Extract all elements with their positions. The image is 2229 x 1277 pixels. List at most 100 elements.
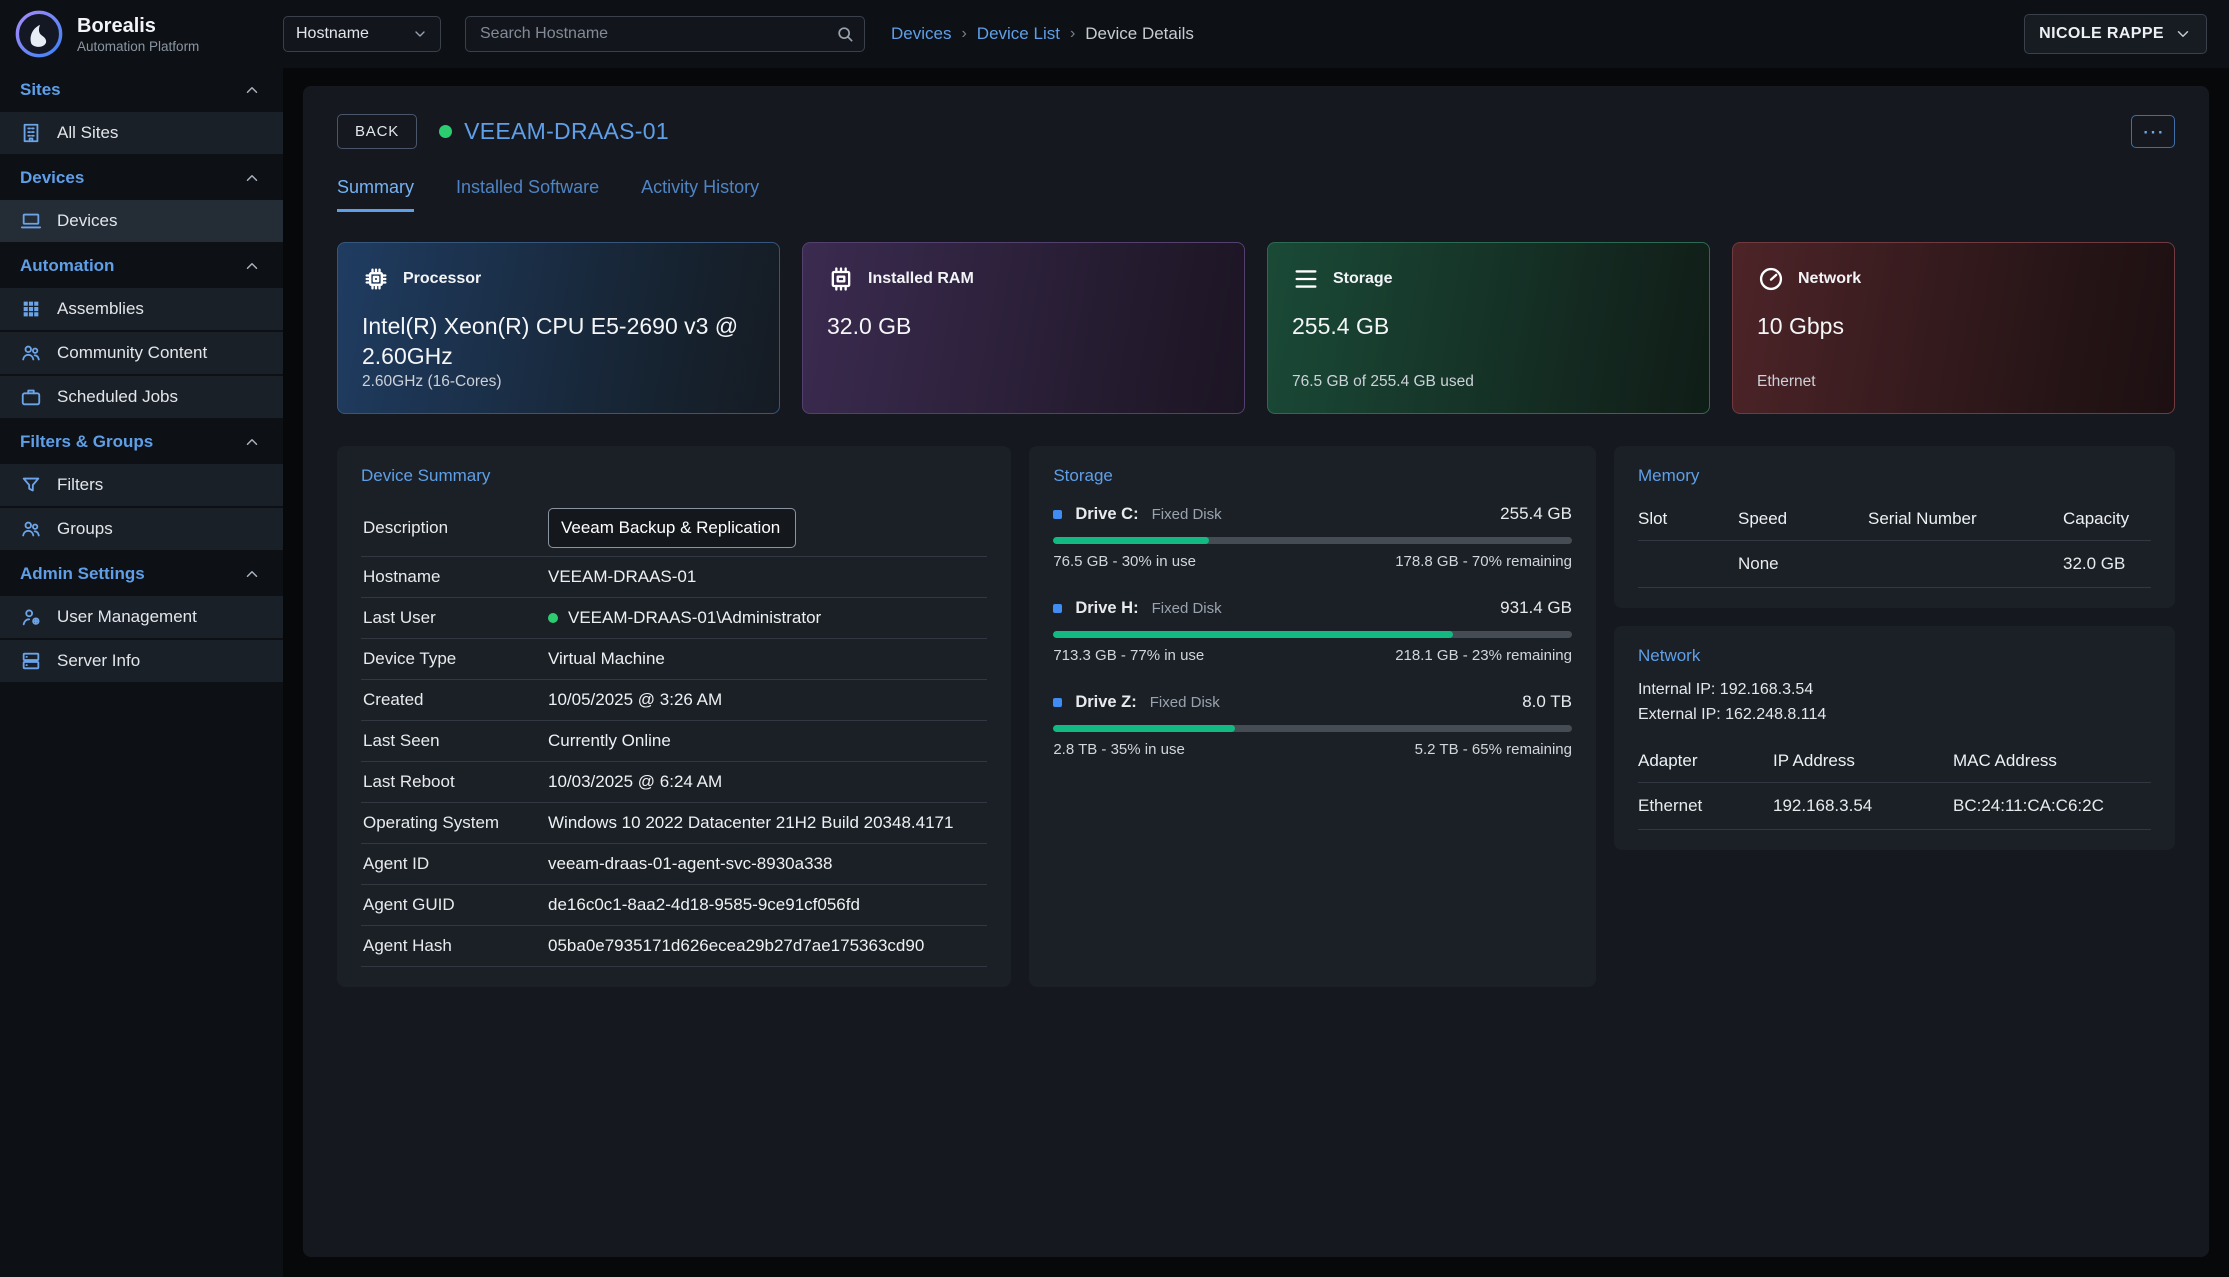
row-value: 05ba0e7935171d626ecea29b27d7ae175363cd90 bbox=[548, 936, 924, 956]
online-status-dot bbox=[439, 125, 452, 138]
sidebar-item-server-info[interactable]: Server Info bbox=[0, 640, 283, 684]
section-label: Sites bbox=[20, 80, 61, 100]
row-value: 10/03/2025 @ 6:24 AM bbox=[548, 772, 722, 792]
drive-h: Drive H: Fixed Disk 931.4 GB 713.3 GB - … bbox=[1053, 598, 1572, 664]
row-value: Windows 10 2022 Datacenter 21H2 Build 20… bbox=[548, 813, 953, 833]
filter-icon bbox=[20, 474, 42, 496]
sidebar-section-admin-settings[interactable]: Admin Settings bbox=[0, 552, 283, 596]
detail-grid: Device Summary Description Hostname VEEA… bbox=[337, 446, 2175, 987]
brand-name: Borealis bbox=[77, 15, 199, 37]
drive-used-text: 713.3 GB - 77% in use bbox=[1053, 647, 1204, 664]
breadcrumb-devices[interactable]: Devices bbox=[891, 24, 951, 44]
chevron-up-icon bbox=[243, 433, 261, 451]
main-content: BACK VEEAM-DRAAS-01 ⋯ Summary Installed … bbox=[283, 68, 2229, 1277]
sidebar-section-automation[interactable]: Automation bbox=[0, 244, 283, 288]
memory-cell-speed: None bbox=[1738, 541, 1868, 588]
network-card: Network 10 Gbps Ethernet bbox=[1732, 242, 2175, 414]
network-gauge-icon bbox=[1757, 265, 1785, 293]
card-value: 10 Gbps bbox=[1757, 311, 2150, 341]
drive-usage-track bbox=[1053, 725, 1572, 732]
tab-summary[interactable]: Summary bbox=[337, 177, 414, 212]
sidebar-item-label: User Management bbox=[57, 607, 197, 627]
sidebar-item-user-management[interactable]: User Management bbox=[0, 596, 283, 640]
ip-lines: Internal IP: 192.168.3.54 External IP: 1… bbox=[1638, 678, 2151, 728]
sidebar-section-filters-groups[interactable]: Filters & Groups bbox=[0, 420, 283, 464]
last-user-value: VEEAM-DRAAS-01\Administrator bbox=[568, 608, 821, 628]
search-icon bbox=[835, 24, 855, 44]
drive-usage-track bbox=[1053, 631, 1572, 638]
tab-activity-history[interactable]: Activity History bbox=[641, 177, 759, 212]
row-value: Currently Online bbox=[548, 731, 671, 751]
storage-panel: Storage Drive C: Fixed Disk 255.4 GB bbox=[1029, 446, 1596, 987]
row-label: Description bbox=[363, 518, 548, 538]
people-icon bbox=[20, 342, 42, 364]
external-ip: External IP: 162.248.8.114 bbox=[1638, 703, 2151, 728]
building-icon bbox=[20, 122, 42, 144]
storage-panel-title: Storage bbox=[1053, 466, 1572, 486]
tab-bar: Summary Installed Software Activity Hist… bbox=[337, 177, 2175, 212]
user-menu-button[interactable]: NICOLE RAPPE bbox=[2024, 14, 2207, 54]
row-value: de16c0c1-8aa2-4d18-9585-9ce91cf056fd bbox=[548, 895, 860, 915]
sidebar-section-devices[interactable]: Devices bbox=[0, 156, 283, 200]
summary-row-created: Created 10/05/2025 @ 3:26 AM bbox=[361, 680, 987, 721]
card-title: Network bbox=[1798, 270, 1861, 288]
row-label: Last Reboot bbox=[363, 772, 548, 792]
hostname-filter-value: Hostname bbox=[296, 25, 369, 43]
description-input[interactable] bbox=[548, 508, 796, 548]
drive-usage-fill bbox=[1053, 537, 1209, 544]
chevron-down-icon bbox=[2174, 25, 2192, 43]
summary-row-last-user: Last User VEEAM-DRAAS-01\Administrator bbox=[361, 598, 987, 639]
breadcrumb-device-list[interactable]: Device List bbox=[977, 24, 1060, 44]
hostname-filter-select[interactable]: Hostname bbox=[283, 16, 441, 52]
row-value: 10/05/2025 @ 3:26 AM bbox=[548, 690, 722, 710]
drive-name: Drive Z: bbox=[1075, 693, 1136, 712]
back-button[interactable]: BACK bbox=[337, 114, 417, 149]
column-header: Adapter bbox=[1638, 738, 1773, 783]
drive-size: 931.4 GB bbox=[1500, 598, 1572, 618]
network-cell-mac: BC:24:11:CA:C6:2C bbox=[1953, 783, 2151, 830]
borealis-logo bbox=[14, 9, 64, 59]
card-value: Intel(R) Xeon(R) CPU E5-2690 v3 @ 2.60GH… bbox=[362, 311, 755, 372]
storage-card: Storage 255.4 GB 76.5 GB of 255.4 GB use… bbox=[1267, 242, 1710, 414]
sidebar-item-assemblies[interactable]: Assemblies bbox=[0, 288, 283, 332]
installed-ram-card: Installed RAM 32.0 GB bbox=[802, 242, 1245, 414]
sidebar-item-label: Devices bbox=[57, 211, 117, 231]
sidebar-section-sites[interactable]: Sites bbox=[0, 68, 283, 112]
card-title: Installed RAM bbox=[868, 270, 974, 288]
sidebar-item-devices[interactable]: Devices bbox=[0, 200, 283, 244]
card-subtext: 2.60GHz (16-Cores) bbox=[362, 373, 755, 391]
drive-usage-fill bbox=[1053, 725, 1235, 732]
tab-installed-software[interactable]: Installed Software bbox=[456, 177, 599, 212]
column-header: Capacity bbox=[2063, 496, 2151, 541]
more-options-button[interactable]: ⋯ bbox=[2131, 115, 2175, 148]
sidebar-item-filters[interactable]: Filters bbox=[0, 464, 283, 508]
row-label: Hostname bbox=[363, 567, 548, 587]
sidebar-item-label: All Sites bbox=[57, 123, 118, 143]
search-input[interactable] bbox=[465, 16, 865, 52]
sidebar-item-community-content[interactable]: Community Content bbox=[0, 332, 283, 376]
card-subtext: Ethernet bbox=[1757, 373, 2150, 391]
network-panel-title: Network bbox=[1638, 646, 2151, 666]
sidebar-item-scheduled-jobs[interactable]: Scheduled Jobs bbox=[0, 376, 283, 420]
sidebar-item-all-sites[interactable]: All Sites bbox=[0, 112, 283, 156]
storage-stack-icon bbox=[1292, 265, 1320, 293]
network-panel: Network Internal IP: 192.168.3.54 Extern… bbox=[1614, 626, 2175, 850]
sidebar-item-groups[interactable]: Groups bbox=[0, 508, 283, 552]
drive-bullet-icon bbox=[1053, 698, 1062, 707]
device-summary-table: Description Hostname VEEAM-DRAAS-01 Last… bbox=[361, 500, 987, 967]
drive-used-text: 76.5 GB - 30% in use bbox=[1053, 553, 1196, 570]
column-header: Slot bbox=[1638, 496, 1738, 541]
column-header: MAC Address bbox=[1953, 738, 2151, 783]
groups-icon bbox=[20, 518, 42, 540]
drive-type: Fixed Disk bbox=[1152, 506, 1222, 523]
memory-panel: Memory Slot Speed Serial Number Capacity… bbox=[1614, 446, 2175, 608]
memory-cell-capacity: 32.0 GB bbox=[2063, 541, 2151, 588]
drive-size: 8.0 TB bbox=[1522, 692, 1572, 712]
online-status-dot bbox=[548, 613, 558, 623]
summary-row-hostname: Hostname VEEAM-DRAAS-01 bbox=[361, 557, 987, 598]
memory-panel-title: Memory bbox=[1638, 466, 2151, 486]
chevron-up-icon bbox=[243, 81, 261, 99]
drive-type: Fixed Disk bbox=[1150, 694, 1220, 711]
drive-bullet-icon bbox=[1053, 510, 1062, 519]
drive-name: Drive H: bbox=[1075, 599, 1138, 618]
